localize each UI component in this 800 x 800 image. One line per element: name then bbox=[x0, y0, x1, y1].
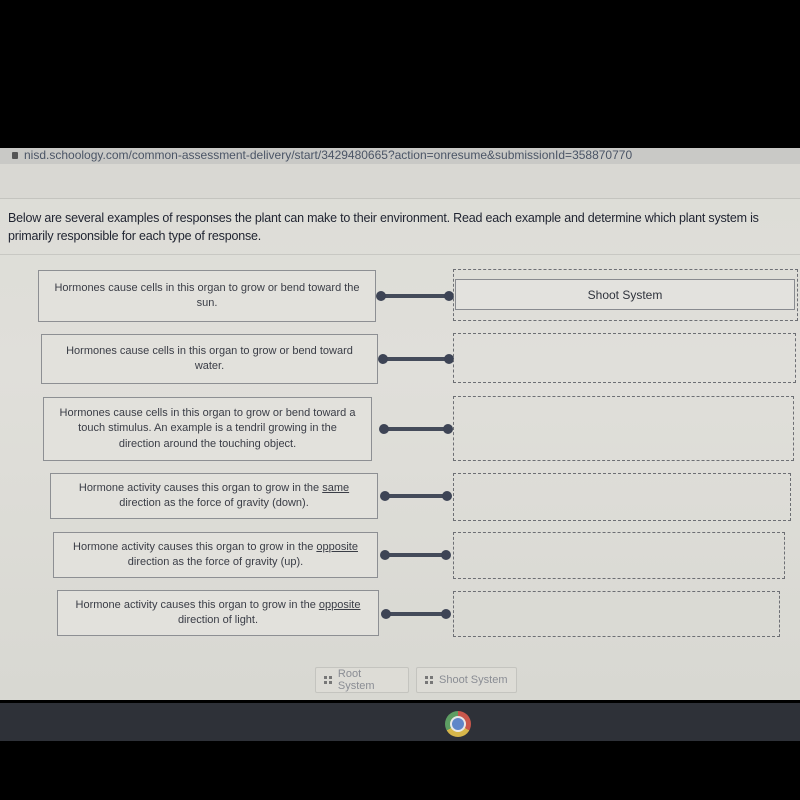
answer-chip-label: Shoot System bbox=[587, 287, 663, 302]
answer-bank-label: Root System bbox=[337, 668, 375, 692]
stem-6: Hormone activity causes this organ to gr… bbox=[57, 590, 379, 636]
drop-zone-2[interactable] bbox=[453, 333, 796, 383]
answer-bank-label: Shoot System bbox=[439, 674, 508, 686]
chrome-icon[interactable] bbox=[445, 711, 471, 737]
stem-4: Hormone activity causes this organ to gr… bbox=[50, 473, 378, 519]
question-prompt: Below are several examples of responses … bbox=[8, 211, 759, 243]
stem-text: Hormones cause cells in this organ to gr… bbox=[59, 406, 356, 450]
answer-bank-root-system[interactable]: Root System bbox=[315, 667, 409, 693]
url-text: nisd.schoology.com/common-assessment-del… bbox=[24, 148, 633, 162]
stem-text: direction as the force of gravity (down)… bbox=[119, 497, 309, 509]
stem-text: Hormone activity causes this organ to gr… bbox=[73, 540, 317, 553]
stem-emphasis: same bbox=[322, 481, 350, 494]
answer-bank-shoot-system[interactable]: Shoot System bbox=[416, 667, 517, 693]
page-header bbox=[0, 164, 800, 199]
stem-1: Hormones cause cells in this organ to gr… bbox=[38, 270, 376, 322]
stem-text: direction of light. bbox=[177, 614, 259, 626]
drop-zone-5[interactable] bbox=[453, 532, 785, 579]
stem-3: Hormones cause cells in this organ to gr… bbox=[43, 397, 372, 461]
lock-icon bbox=[12, 152, 18, 159]
drop-zone-3[interactable] bbox=[453, 396, 794, 461]
stem-emphasis: opposite bbox=[318, 598, 361, 611]
stem-text: Hormones cause cells in this organ to gr… bbox=[66, 344, 353, 373]
drop-zone-4[interactable] bbox=[453, 473, 791, 521]
stem-5: Hormone activity causes this organ to gr… bbox=[53, 532, 378, 578]
stem-2: Hormones cause cells in this organ to gr… bbox=[41, 334, 378, 384]
stem-text: Hormones cause cells in this organ to gr… bbox=[54, 281, 360, 310]
answer-chip-shoot-system[interactable]: Shoot System bbox=[455, 279, 795, 310]
drag-handle-icon bbox=[324, 676, 332, 684]
drag-handle-icon bbox=[425, 676, 433, 684]
stem-text: Hormone activity causes this organ to gr… bbox=[75, 598, 319, 611]
stem-emphasis: opposite bbox=[316, 540, 358, 553]
address-bar[interactable]: nisd.schoology.com/common-assessment-del… bbox=[0, 148, 800, 164]
drop-zone-6[interactable] bbox=[453, 591, 780, 637]
divider bbox=[0, 254, 800, 255]
stem-text: Hormone activity causes this organ to gr… bbox=[78, 481, 323, 494]
taskbar bbox=[0, 703, 800, 741]
stem-text: direction as the force of gravity (up). bbox=[127, 556, 304, 568]
